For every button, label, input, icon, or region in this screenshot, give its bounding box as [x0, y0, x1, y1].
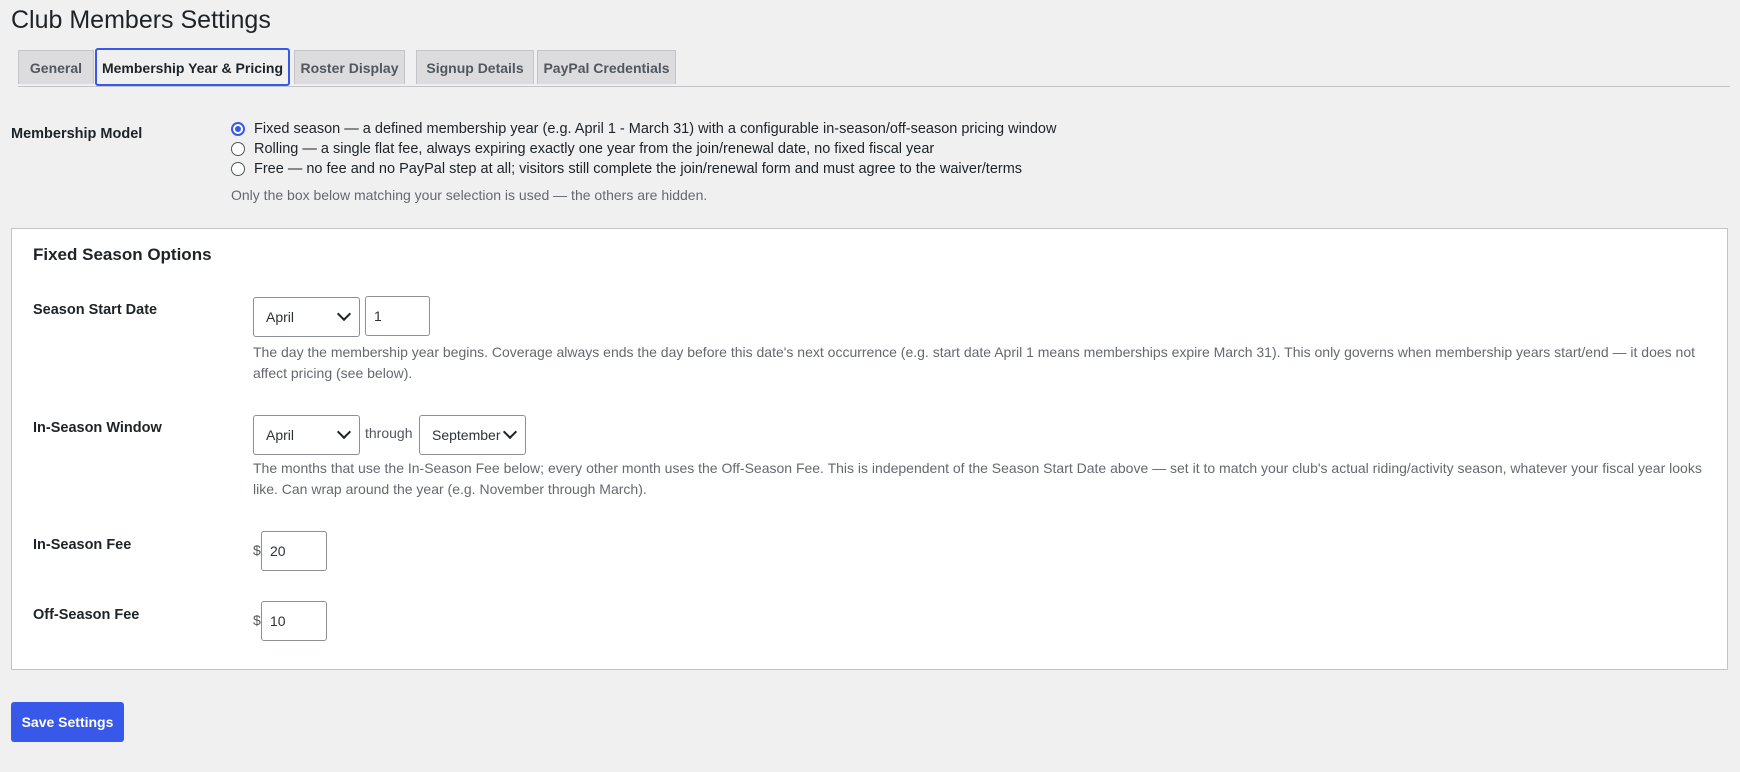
tab-paypal-credentials[interactable]: PayPal Credentials	[537, 50, 676, 84]
in-season-window-label: In-Season Window	[33, 420, 162, 436]
start-day-input[interactable]: 1	[365, 296, 430, 336]
chevron-down-icon	[336, 424, 352, 440]
radio-icon[interactable]	[231, 142, 245, 156]
panel-title: Fixed Season Options	[33, 245, 212, 264]
currency-symbol: $	[253, 612, 261, 628]
season-start-date-label: Season Start Date	[33, 302, 158, 318]
radio-label: Rolling — a single flat fee, always expi…	[254, 141, 935, 157]
select-value: April	[266, 309, 295, 325]
select-value: September	[432, 427, 501, 443]
window-from-select[interactable]: April	[253, 415, 360, 455]
window-description: The months that use the In-Season Fee be…	[253, 460, 1702, 497]
currency-symbol: $	[253, 542, 261, 558]
tab-membership-year-pricing[interactable]: Membership Year & Pricing	[95, 48, 290, 86]
chevron-down-icon	[336, 306, 352, 322]
settings-page: Club Members Settings General Membership…	[0, 0, 1740, 772]
select-value: April	[266, 427, 295, 443]
tab-signup-details[interactable]: Signup Details	[416, 50, 534, 84]
membership-model-hint: Only the box below matching your selecti…	[231, 187, 708, 203]
fixed-season-panel: Fixed Season Options Season Start Date A…	[11, 228, 1728, 670]
tab-roster-display[interactable]: Roster Display	[294, 50, 405, 84]
radio-selected-icon[interactable]	[231, 122, 245, 136]
in-season-fee-label: In-Season Fee	[33, 537, 132, 553]
save-settings-button[interactable]: Save Settings	[11, 702, 124, 742]
off-season-fee-input[interactable]: 10	[261, 601, 327, 641]
radio-option-fixed-season[interactable]: Fixed season — a defined membership year…	[231, 121, 1056, 137]
chevron-down-icon	[502, 424, 518, 440]
radio-option-free[interactable]: Free — no fee and no PayPal step at all;…	[231, 161, 1022, 177]
window-to-select[interactable]: September	[419, 415, 526, 455]
off-season-fee-label: Off-Season Fee	[33, 607, 140, 623]
radio-label: Free — no fee and no PayPal step at all;…	[254, 161, 1023, 177]
page-title: Club Members Settings	[11, 6, 271, 34]
start-date-description: The day the membership year begins. Cove…	[253, 344, 1696, 381]
start-month-select[interactable]: April	[253, 297, 360, 337]
radio-icon[interactable]	[231, 162, 245, 176]
tab-bar: General Membership Year & Pricing Roster…	[18, 48, 1730, 87]
radio-label: Fixed season — a defined membership year…	[254, 121, 1057, 137]
radio-option-rolling[interactable]: Rolling — a single flat fee, always expi…	[231, 141, 934, 157]
in-season-fee-input[interactable]: 20	[261, 531, 327, 571]
tab-general[interactable]: General	[18, 50, 94, 84]
through-label: through	[365, 425, 413, 441]
membership-model-label: Membership Model	[11, 126, 143, 142]
